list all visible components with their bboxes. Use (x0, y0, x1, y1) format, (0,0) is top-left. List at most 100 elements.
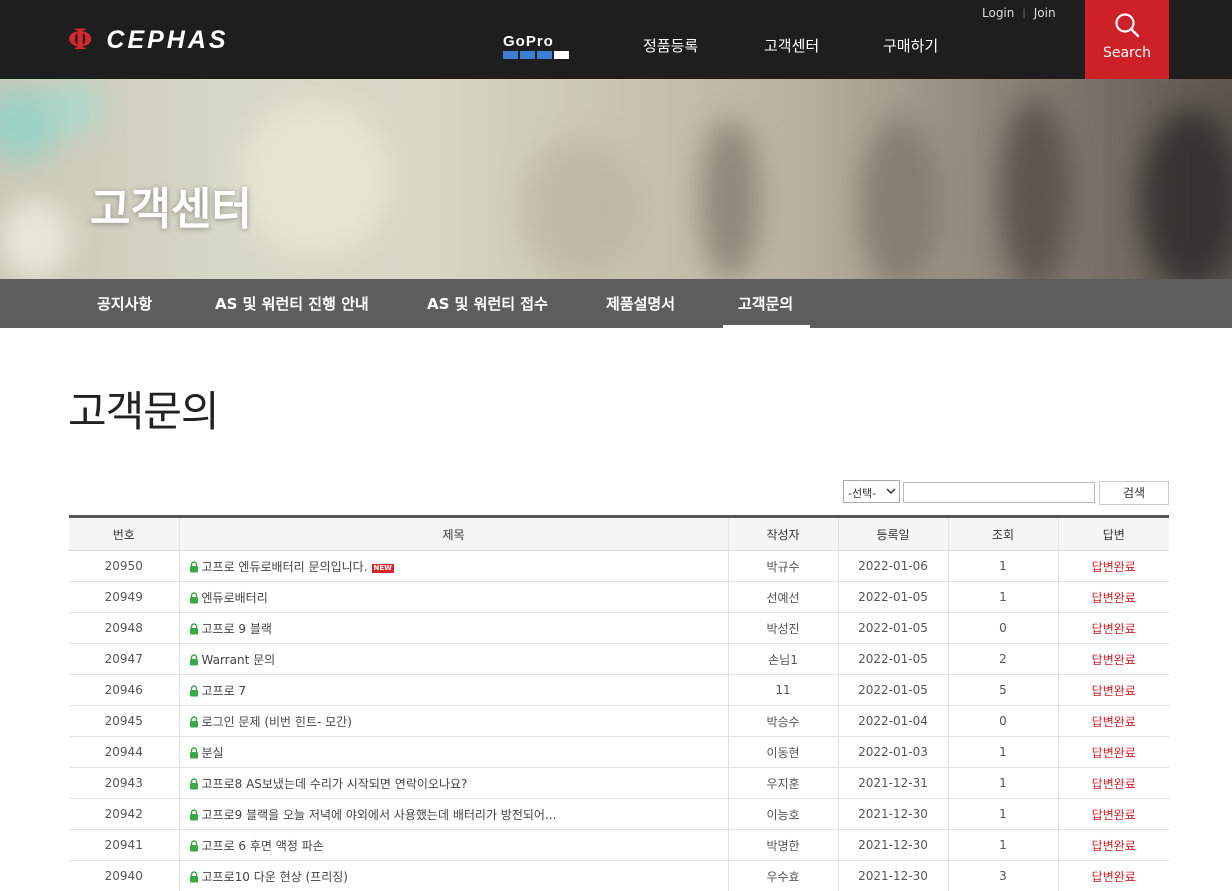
views-cell: 1 (947, 798, 1058, 830)
post-title-link[interactable]: 고프로 9 블랙 (202, 622, 272, 636)
search-filter-select[interactable]: -선택- (843, 480, 900, 503)
gopro-label: GoPro (503, 33, 554, 50)
number-cell: 20945 (69, 705, 179, 737)
views-cell: 1 (947, 736, 1058, 768)
search-button[interactable]: Search (1085, 0, 1169, 79)
author-cell: 11 (727, 674, 838, 706)
table-row[interactable]: 20945 로그인 문제 (비번 힌트- 모간) 박승수 2022-01-04 0 답변완… (69, 705, 1169, 737)
table-row[interactable]: 20941 고프로 6 후면 액정 파손 박명한 2021-12-30 1 답변완료 (69, 829, 1169, 861)
subject-cell[interactable]: 분실 (178, 736, 728, 768)
subject-cell[interactable]: 고프로 6 후면 액정 파손 (178, 829, 728, 861)
nav-product-registration[interactable]: 정품등록 (643, 35, 698, 56)
post-title-link[interactable]: 고프로 엔듀로배터리 문의입니다. (202, 560, 368, 574)
subject-cell[interactable]: 고프로9 블랙을 오늘 저녁에 야외에서 사용했는데 배터리가 방전되어... (178, 798, 728, 830)
search-submit-button[interactable]: 검색 (1099, 481, 1169, 505)
answer-status-cell: 답변완료 (1057, 736, 1169, 768)
author-cell: 박규수 (727, 550, 838, 582)
subject-cell[interactable]: 엔듀로배터리 (178, 581, 728, 613)
post-title-link[interactable]: 엔듀로배터리 (202, 591, 268, 605)
lock-icon (189, 777, 198, 789)
subject-cell[interactable]: 고프로 7 (178, 674, 728, 706)
page-title: 고객문의 (68, 387, 220, 436)
table-row[interactable]: 20943 고프로8 AS보냈는데 수리가 시작되면 연락이오나요? 우지훈 2021… (69, 767, 1169, 799)
gopro-logo-bars (503, 51, 573, 59)
author-cell: 이동현 (727, 736, 838, 768)
lock-icon (189, 591, 198, 603)
views-cell: 2 (947, 643, 1058, 675)
number-cell: 20943 (69, 767, 179, 799)
date-cell: 2021-12-31 (837, 767, 948, 799)
cephas-logo[interactable]: Φ CEPHAS (68, 26, 229, 54)
table-row[interactable]: 20950 고프로 엔듀로배터리 문의입니다. NEW 박규수 2022-01-06 1 답… (69, 550, 1169, 582)
author-cell: 박성진 (727, 612, 838, 644)
post-title-link[interactable]: Warrant 문의 (202, 653, 276, 667)
views-cell: 1 (947, 767, 1058, 799)
post-title-link[interactable]: 로그인 문제 (비번 힌트- 모간) (202, 715, 352, 729)
join-link[interactable]: Join (1034, 6, 1056, 20)
post-title-link[interactable]: 고프로8 AS보냈는데 수리가 시작되면 연락이오나요? (202, 777, 468, 791)
views-cell: 1 (947, 829, 1058, 861)
author-cell: 손님1 (727, 643, 838, 675)
nav-customer-center[interactable]: 고객센터 (764, 35, 819, 56)
subject-cell[interactable]: 고프로10 다운 현상 (프리징) (178, 860, 728, 891)
answer-status-cell: 답변완료 (1057, 767, 1169, 799)
search-input[interactable] (903, 482, 1095, 503)
views-cell: 0 (947, 612, 1058, 644)
views-cell: 1 (947, 550, 1058, 582)
views-cell: 5 (947, 674, 1058, 706)
logo-symbol: Φ (68, 23, 93, 56)
post-title-link[interactable]: 분실 (202, 746, 224, 760)
date-cell: 2021-12-30 (837, 860, 948, 891)
table-row[interactable]: 20944 분실 이동현 2022-01-03 1 답변완료 (69, 736, 1169, 768)
date-cell: 2022-01-05 (837, 643, 948, 675)
tab-customer-inquiry[interactable]: 고객문의 (738, 293, 793, 314)
table-row[interactable]: 20942 고프로9 블랙을 오늘 저녁에 야외에서 사용했는데 배터리가 방전되… (69, 798, 1169, 830)
inquiry-table: 번호 제목 작성자 등록일 조회 답변 20950 고프로 엔듀로배터리 문의입니… (69, 515, 1169, 891)
author-cell: 이능호 (727, 798, 838, 830)
subject-cell[interactable]: 고프로8 AS보냈는데 수리가 시작되면 연락이오나요? (178, 767, 728, 799)
number-cell: 20949 (69, 581, 179, 613)
date-cell: 2022-01-03 (837, 736, 948, 768)
views-cell: 1 (947, 581, 1058, 613)
search-filter-value: -선택- (848, 487, 877, 500)
search-icon (1115, 13, 1140, 38)
post-title-link[interactable]: 고프로10 다운 현상 (프리징) (202, 870, 348, 884)
util-links: Login | Join (982, 6, 1056, 20)
table-row[interactable]: 20948 고프로 9 블랙 박성진 2022-01-05 0 답변완료 (69, 612, 1169, 644)
table-row[interactable]: 20949 엔듀로배터리 선예선 2022-01-05 1 답변완료 (69, 581, 1169, 613)
tab-as-warranty-request[interactable]: AS 및 워런티 접수 (427, 293, 548, 314)
subject-cell[interactable]: 고프로 엔듀로배터리 문의입니다. NEW (178, 550, 728, 582)
header-answer: 답변 (1057, 515, 1169, 551)
banner-title: 고객센터 (90, 184, 252, 235)
answer-status-cell: 답변완료 (1057, 643, 1169, 675)
search-label: Search (1102, 45, 1152, 61)
answer-status-cell: 답변완료 (1057, 581, 1169, 613)
post-title-link[interactable]: 고프로 7 (202, 684, 247, 698)
gopro-link[interactable]: GoPro (503, 33, 573, 59)
tab-notice[interactable]: 공지사항 (97, 293, 152, 314)
tab-as-warranty-guide[interactable]: AS 및 워런티 진행 안내 (215, 293, 369, 314)
subject-cell[interactable]: 로그인 문제 (비번 힌트- 모간) (178, 705, 728, 737)
number-cell: 20941 (69, 829, 179, 861)
login-link[interactable]: Login (982, 6, 1014, 20)
number-cell: 20944 (69, 736, 179, 768)
date-cell: 2022-01-05 (837, 581, 948, 613)
answer-status-cell: 답변완료 (1057, 860, 1169, 891)
subject-cell[interactable]: 고프로 9 블랙 (178, 612, 728, 644)
table-row[interactable]: 20940 고프로10 다운 현상 (프리징) 우수효 2021-12-30 3 답변완료 (69, 860, 1169, 891)
post-title-link[interactable]: 고프로 6 후면 액정 파손 (202, 839, 324, 853)
post-title-link[interactable]: 고프로9 블랙을 오늘 저녁에 야외에서 사용했는데 배터리가 방전되어... (202, 808, 557, 822)
subject-cell[interactable]: Warrant 문의 (178, 643, 728, 675)
header-date: 등록일 (837, 515, 948, 551)
date-cell: 2022-01-04 (837, 705, 948, 737)
lock-icon (189, 715, 198, 727)
answer-status-cell: 답변완료 (1057, 674, 1169, 706)
answer-status-cell: 답변완료 (1057, 798, 1169, 830)
tab-manuals[interactable]: 제품설명서 (606, 293, 675, 314)
date-cell: 2022-01-05 (837, 612, 948, 644)
table-row[interactable]: 20946 고프로 7 11 2022-01-05 5 답변완료 (69, 674, 1169, 706)
nav-purchase[interactable]: 구매하기 (883, 35, 938, 56)
answer-status-cell: 답변완료 (1057, 550, 1169, 582)
table-row[interactable]: 20947 Warrant 문의 손님1 2022-01-05 2 답변완료 (69, 643, 1169, 675)
author-cell: 박명한 (727, 829, 838, 861)
